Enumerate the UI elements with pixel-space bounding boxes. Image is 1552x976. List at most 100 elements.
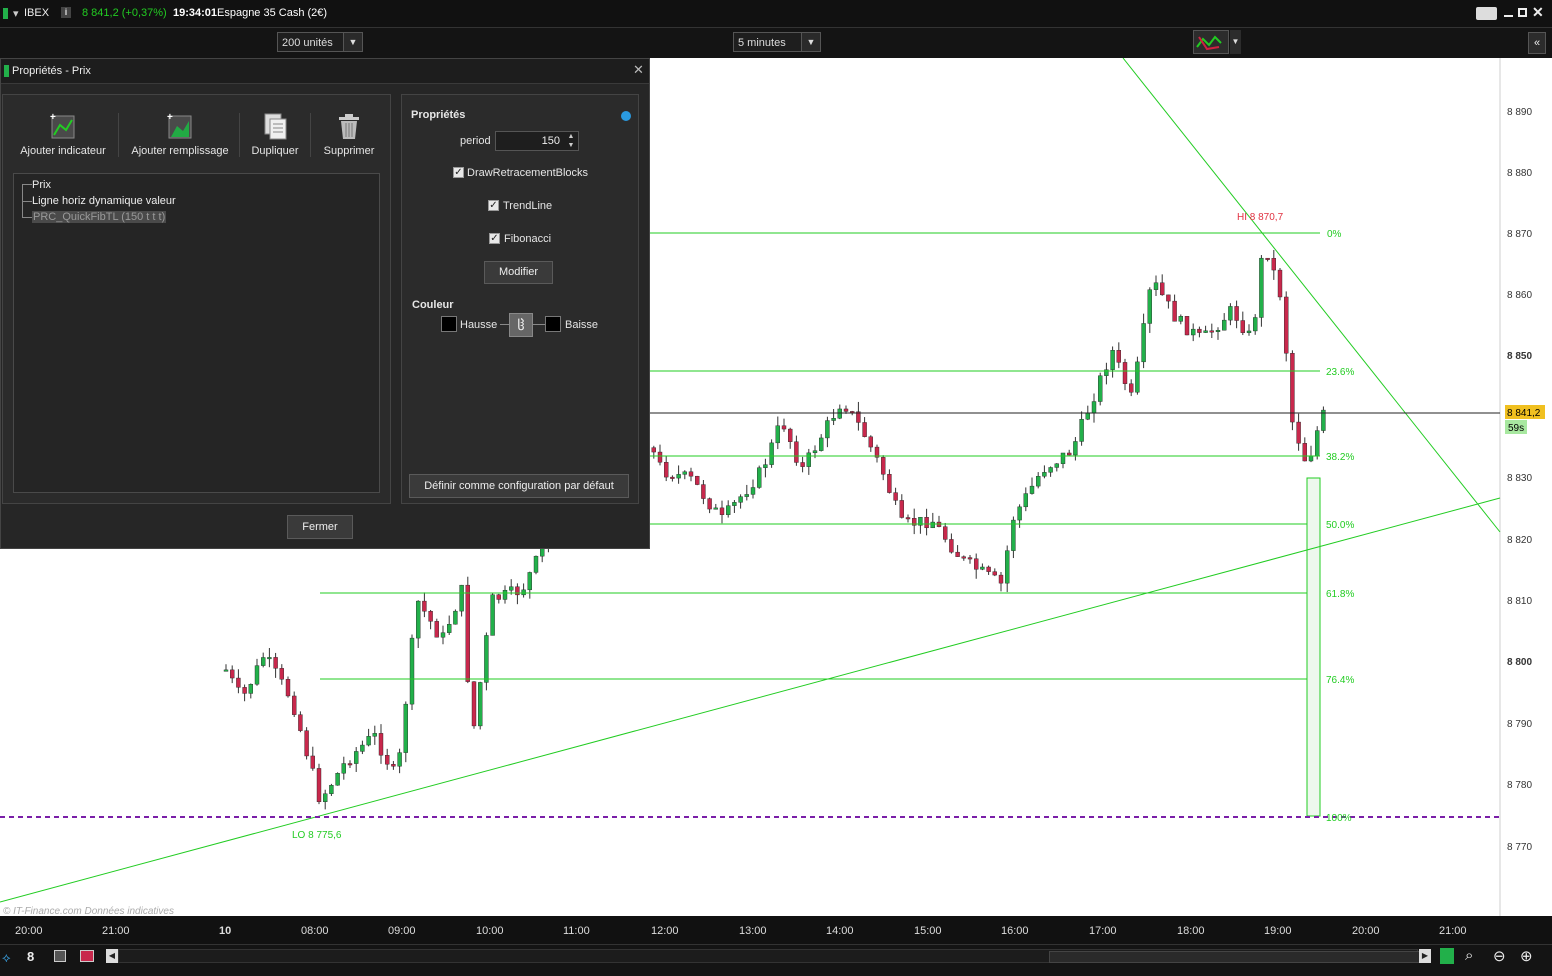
chevron-down-icon[interactable]: ▼ — [343, 33, 362, 51]
maximize-icon[interactable] — [1518, 8, 1527, 17]
candle-body — [1178, 316, 1184, 322]
candle-body — [688, 471, 694, 477]
candle-body — [354, 751, 359, 764]
modify-button[interactable]: Modifier — [484, 261, 553, 284]
candle-body — [316, 768, 322, 803]
candle-body — [831, 418, 836, 421]
candle-body — [1116, 350, 1122, 363]
price-tick-label: 8 850 — [1507, 351, 1532, 362]
chevron-down-icon[interactable]: ▼ — [1230, 30, 1241, 54]
chevron-down-icon[interactable]: ▼ — [801, 33, 820, 51]
side-panel-toggle-icon[interactable]: « — [1528, 32, 1546, 54]
candle-body — [955, 551, 960, 557]
candle-body — [1172, 300, 1177, 322]
candle-body — [335, 773, 340, 786]
price-tick-label: 8 830 — [1507, 473, 1532, 484]
tree-item-quickfibtl[interactable]: PRC_QuickFibTL (150 t t t) — [32, 211, 167, 223]
spin-up-icon[interactable]: ▲ — [565, 132, 577, 141]
delete-button[interactable]: Supprimer — [315, 111, 383, 157]
time-tick-label: 20:00 — [1352, 925, 1380, 937]
tree-connector — [22, 201, 32, 202]
scroll-left-button[interactable]: ◀ — [106, 949, 118, 963]
help-icon[interactable] — [621, 111, 631, 121]
candle-body — [775, 425, 780, 444]
candle-body — [763, 464, 768, 468]
close-icon[interactable]: ✕ — [1532, 4, 1544, 21]
price-tick-label: 8 820 — [1507, 535, 1532, 546]
market-name: Espagne 35 Cash (2€) — [217, 7, 328, 19]
trendline-checkbox[interactable]: ✓ — [488, 200, 499, 211]
instrument-dropdown-arrow[interactable]: ▾ — [13, 7, 19, 20]
grid-icon[interactable] — [80, 950, 94, 962]
time-tick-label: 10 — [219, 925, 231, 937]
link-icon[interactable]: 8 — [27, 949, 41, 965]
candle-body — [887, 474, 892, 493]
table-icon[interactable] — [54, 950, 66, 962]
add-fill-button[interactable]: + Ajouter remplissage — [125, 111, 235, 157]
candle-body — [403, 703, 408, 753]
minimize-icon[interactable] — [1504, 8, 1513, 18]
units-select[interactable]: 200 unités ▼ — [277, 32, 363, 52]
info-icon[interactable]: i — [61, 7, 71, 18]
candle-body — [998, 574, 1004, 584]
candle-body — [713, 507, 718, 510]
candle-body — [781, 425, 787, 430]
indicator-tools-icon[interactable] — [1193, 30, 1229, 54]
candle-body — [229, 669, 235, 679]
candle-body — [819, 437, 824, 451]
close-button[interactable]: Fermer — [287, 515, 353, 539]
time-tick-label: 15:00 — [914, 925, 942, 937]
trendline-label: TrendLine — [503, 200, 553, 212]
instrument-name[interactable]: IBEX — [24, 7, 49, 19]
zoom-in-icon[interactable]: ⊕ — [1520, 947, 1533, 965]
candle-body — [992, 571, 997, 576]
link-colors-icon[interactable]: ჱ — [509, 313, 533, 337]
candle-body — [515, 586, 520, 596]
time-tick-label: 16:00 — [1001, 925, 1029, 937]
candle-body — [924, 517, 929, 529]
duplicate-button[interactable]: Dupliquer — [245, 111, 305, 157]
set-default-config-button[interactable]: Définir comme configuration par défaut — [409, 474, 629, 498]
tree-item-price[interactable]: Prix — [32, 179, 51, 191]
fibonacci-checkbox[interactable]: ✓ — [489, 233, 500, 244]
current-price-label: 8 841,2 — [1507, 408, 1541, 419]
candle-body — [1240, 320, 1246, 333]
price-tick-label: 8 810 — [1507, 596, 1532, 607]
candle-body — [862, 422, 867, 437]
candle-body — [1029, 485, 1035, 494]
candle-body — [732, 502, 737, 506]
candle-body — [1197, 328, 1202, 333]
scrollbar-thumb[interactable] — [1049, 951, 1421, 963]
time-tick-label: 11:00 — [563, 925, 590, 937]
candle-body — [261, 657, 266, 666]
candle-body — [1166, 294, 1171, 302]
share-icon[interactable]: ⟡ — [2, 950, 16, 965]
chart-type-icon[interactable] — [1440, 948, 1454, 964]
draw-retracement-blocks-checkbox[interactable]: ✓ — [453, 167, 464, 178]
timeframe-select[interactable]: 5 minutes ▼ — [733, 32, 821, 52]
candle-body — [788, 428, 793, 442]
time-tick-label: 20:00 — [15, 925, 43, 937]
add-indicator-button[interactable]: + Ajouter indicateur — [11, 111, 115, 157]
time-tick-label: 19:00 — [1264, 925, 1292, 937]
time-tick-label: 17:00 — [1089, 925, 1117, 937]
period-input[interactable]: 150 ▲ ▼ — [495, 131, 579, 151]
candle-body — [478, 682, 483, 727]
scroll-right-button[interactable]: ▶ — [1419, 949, 1431, 963]
candle-body — [757, 467, 762, 488]
close-icon[interactable]: ✕ — [633, 62, 644, 78]
candle-body — [1147, 289, 1153, 324]
zoom-out-icon[interactable]: ⊖ — [1493, 947, 1506, 965]
keyboard-icon[interactable] — [1476, 7, 1497, 20]
candle-body — [930, 521, 935, 529]
spin-down-icon[interactable]: ▼ — [565, 141, 577, 150]
candle-body — [1271, 258, 1277, 271]
fall-color-swatch[interactable] — [545, 316, 561, 332]
candle-body — [1209, 330, 1215, 333]
candle-body — [1066, 452, 1072, 456]
rise-color-swatch[interactable] — [441, 316, 457, 332]
horizontal-scrollbar[interactable] — [118, 949, 1421, 963]
tree-item-horizontal-line[interactable]: Ligne horiz dynamique valeur — [32, 195, 176, 207]
zoom-area-icon[interactable]: ⌕ — [1465, 947, 1473, 964]
dialog-titlebar[interactable]: Propriétés - Prix ✕ — [1, 59, 649, 84]
